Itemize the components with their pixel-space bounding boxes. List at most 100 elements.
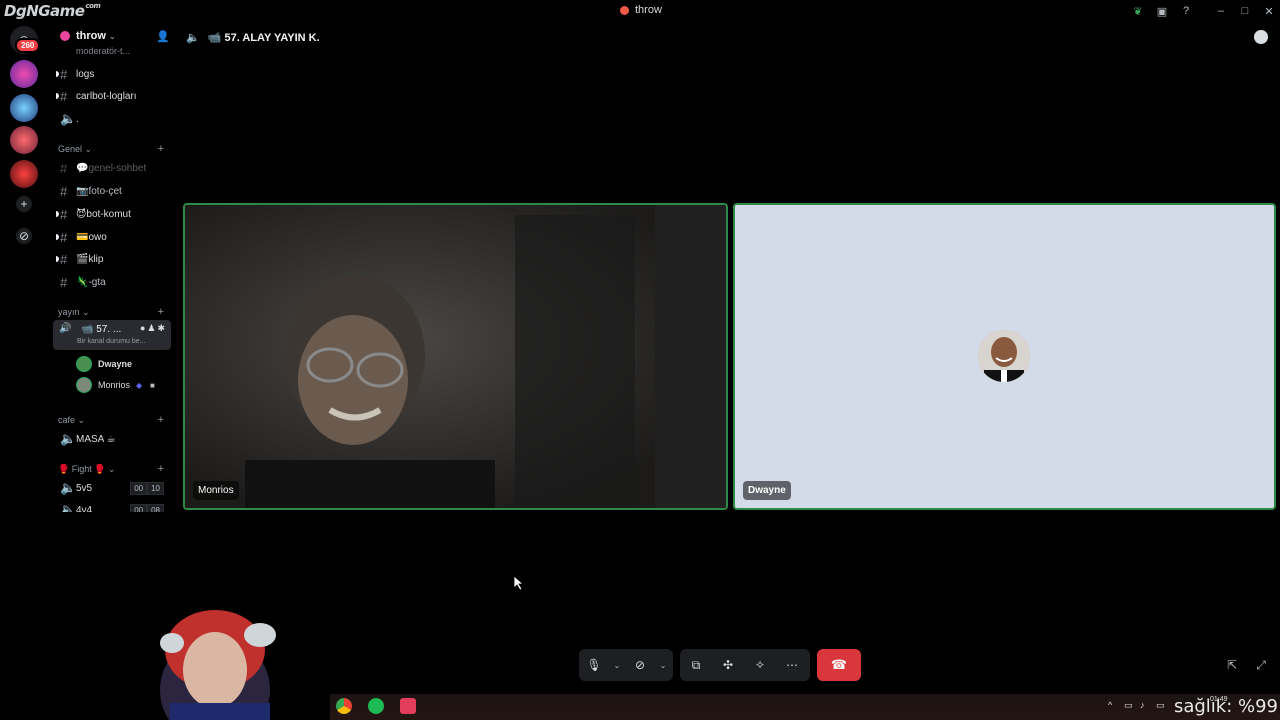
unread-indicator <box>56 211 59 217</box>
hash-icon: # <box>60 88 68 104</box>
hang-up-icon: ☎ <box>830 657 848 672</box>
channel-cut-off[interactable]: moderatör-t... <box>76 46 130 56</box>
channel-foto-cet[interactable]: # 📷foto-çet <box>56 182 174 200</box>
hash-icon: # <box>60 160 68 176</box>
category-cafe[interactable]: cafe ⌄ + <box>58 413 174 427</box>
hash-icon: # <box>60 66 68 82</box>
voice-channel-5v5[interactable]: 🔈 5v5 00 10 <box>56 479 174 497</box>
unread-indicator <box>56 234 59 240</box>
more-options-icon[interactable]: ⋯ <box>776 649 808 681</box>
user-limit-badge: 00 10 <box>130 481 164 495</box>
mic-camera-controls: 🎙 ⌄ ⊘ ⌄ <box>579 649 673 681</box>
channel-sidebar: throw ⌄ 👤 moderatör-t... # logs # carlbot-… <box>48 22 176 512</box>
create-channel-icon[interactable]: + <box>158 463 164 475</box>
activities-icon[interactable]: ✣ <box>712 649 744 681</box>
voice-user-dwayne[interactable]: Dwayne <box>76 356 132 372</box>
camera-icon: ■ <box>150 380 155 390</box>
channel-bot-komut[interactable]: # 😈bot-komut <box>56 205 174 223</box>
hash-icon: # <box>60 251 68 267</box>
unread-indicator <box>56 93 59 99</box>
invite-people-icon[interactable]: 👤 <box>156 30 170 43</box>
channel-carlbot-loglari[interactable]: # carlbot-logları <box>56 87 174 105</box>
category-yayin[interactable]: yayın ⌄ + <box>58 305 174 319</box>
speaker-icon: 🔈 <box>60 480 77 495</box>
streamer-webcam <box>160 610 276 720</box>
channel-owo[interactable]: # 💳owo <box>56 228 174 246</box>
voice-channel-dot[interactable]: 🔈. <box>56 110 174 128</box>
speaker-icon: 🔈 <box>60 502 77 512</box>
channel-gta[interactable]: # 🦎-gta <box>56 273 174 291</box>
hash-icon: # <box>60 206 68 222</box>
channel-klip[interactable]: # 🎬klip <box>56 250 174 268</box>
voice-channel-actions[interactable]: ●♟✱ <box>140 323 167 334</box>
speaker-icon: 🔊 <box>59 323 72 334</box>
gear-icon[interactable]: ✱ <box>157 323 167 333</box>
guild-name: throw <box>76 30 106 42</box>
add-server-icon[interactable]: + <box>16 196 32 212</box>
disconnect-button[interactable]: ☎ <box>817 649 861 681</box>
camera-feed <box>185 205 726 508</box>
invite-icon[interactable]: ♟ <box>147 323 157 333</box>
camera-options-chevron-icon[interactable]: ⌄ <box>655 649 671 681</box>
avatar <box>76 356 92 372</box>
speaker-icon: 🔈 <box>60 111 77 126</box>
window-title: throw <box>620 4 662 16</box>
soundboard-icon[interactable]: ✧ <box>744 649 776 681</box>
notification-badge: 260 <box>15 38 41 53</box>
inbox-icon[interactable]: ▣ <box>1155 4 1169 18</box>
app-icon <box>620 5 629 15</box>
fullscreen-icon[interactable]: ⤢ <box>1253 657 1269 673</box>
voice-user-monrios[interactable]: Monrios ◆ ■ <box>76 377 155 393</box>
voice-channel-active[interactable]: 🔊 📹 57. ... ●♟✱ Bir kanal durumu be... <box>53 320 171 350</box>
hash-icon: # <box>60 274 68 290</box>
stream-overlay-health-text: sağlık: %99 <box>1173 696 1278 717</box>
call-header: 🔈 📹 57. ALAY YAYIN K. <box>186 22 320 52</box>
channel-genel-sohbet[interactable]: # 💬genel-sohbet <box>56 159 174 177</box>
video-tile-dwayne[interactable]: Dwayne <box>733 203 1276 510</box>
create-channel-icon[interactable]: + <box>158 143 164 155</box>
pop-out-icon[interactable]: ⇱ <box>1224 657 1240 673</box>
server-icon-1[interactable] <box>10 60 38 88</box>
call-actions: ⧉ ✣ ✧ ⋯ <box>680 649 810 681</box>
speaker-icon: 🔈 <box>186 31 200 44</box>
tray-icon[interactable]: ▭ <box>1124 700 1133 711</box>
participant-name-tag: Dwayne <box>743 481 791 500</box>
voice-channel-masa[interactable]: 🔈 MASA ☕ <box>56 430 174 448</box>
close-button[interactable]: ✕ <box>1262 4 1276 18</box>
create-channel-icon[interactable]: + <box>158 414 164 426</box>
chrome-icon[interactable] <box>336 698 352 714</box>
channel-logs[interactable]: # logs <box>56 65 174 83</box>
guild-icon <box>60 31 70 41</box>
voice-channel-4v4[interactable]: 🔈 4v4 00 08 <box>56 501 174 512</box>
participant-name-tag: Monrios <box>193 481 239 500</box>
minimize-button[interactable]: – <box>1214 4 1228 18</box>
participant-avatar <box>978 330 1030 382</box>
screen-share-icon[interactable]: ⧉ <box>680 649 712 681</box>
server-icon-3[interactable] <box>10 126 38 154</box>
mic-options-chevron-icon[interactable]: ⌄ <box>609 649 625 681</box>
tray-icon-2[interactable]: ▭ <box>1156 700 1165 711</box>
discover-icon[interactable]: ⊘ <box>16 228 32 244</box>
server-icon-2[interactable] <box>10 94 38 122</box>
create-channel-icon[interactable]: + <box>158 306 164 318</box>
server-icon-throw[interactable] <box>10 160 38 188</box>
tray-chevron-icon[interactable]: ^ <box>1108 700 1112 710</box>
camera-off-icon[interactable]: ⊘ <box>625 649 655 681</box>
microphone-icon[interactable]: 🎙 <box>579 649 609 681</box>
spotify-icon[interactable] <box>368 698 384 714</box>
taskbar: ^ ▭ ♪ ▭ 01:49 <box>330 694 1280 720</box>
category-genel[interactable]: Genel ⌄ + <box>58 142 174 156</box>
update-leaf-icon[interactable]: ❦ <box>1131 4 1145 18</box>
category-fight[interactable]: 🥊 Fight 🥊 ⌄ + <box>58 462 174 476</box>
speaker-icon: 🔈 <box>60 431 77 446</box>
mic-tray-icon[interactable]: ♪ <box>1140 700 1145 710</box>
hash-icon: # <box>60 183 68 199</box>
help-icon[interactable]: ? <box>1179 4 1193 18</box>
video-tile-monrios[interactable]: Monrios <box>183 203 728 510</box>
app-icon[interactable] <box>400 698 416 714</box>
voice-channel-status[interactable]: Bir kanal durumu be... <box>77 338 145 345</box>
unread-indicator <box>56 256 59 262</box>
chat-bubble-icon[interactable] <box>1254 30 1268 44</box>
mouse-cursor <box>514 576 524 590</box>
maximize-button[interactable]: □ <box>1238 4 1252 18</box>
